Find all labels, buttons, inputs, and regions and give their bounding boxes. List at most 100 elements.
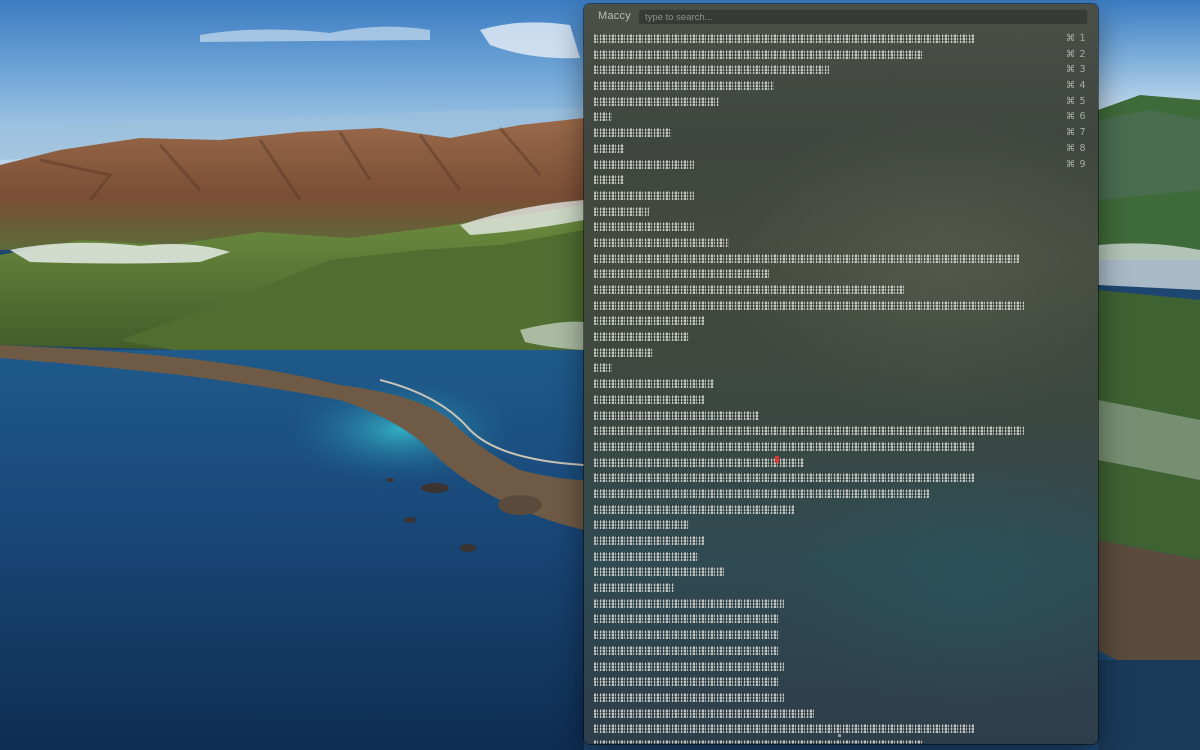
history-item-text: obscured clipboard entry bbox=[594, 614, 779, 624]
history-item-text: obscured clipboard entry bbox=[594, 190, 694, 200]
history-item[interactable]: obscured clipboard entry bbox=[584, 408, 1098, 424]
history-item-text: obscured clipboard entry bbox=[594, 49, 924, 59]
red-highlight-mark bbox=[775, 456, 779, 463]
history-item[interactable]: obscured clipboard entry bbox=[584, 533, 1098, 549]
history-item[interactable]: obscured clipboard entry ⌘ 7 bbox=[584, 125, 1098, 141]
history-item-text: obscured clipboard entry bbox=[594, 410, 759, 420]
history-item[interactable]: obscured clipboard entry bbox=[584, 706, 1098, 722]
history-item[interactable]: obscured clipboard entry bbox=[584, 486, 1098, 502]
history-item[interactable]: obscured clipboard entry ⌘ 9 bbox=[584, 157, 1098, 173]
history-item[interactable]: obscured clipboard entry bbox=[584, 329, 1098, 345]
history-item-text: obscured clipboard entry bbox=[594, 96, 719, 106]
history-item[interactable]: obscured clipboard entry bbox=[584, 611, 1098, 627]
history-item-text: obscured clipboard entry bbox=[594, 488, 929, 498]
history-item-shortcut: ⌘ 1 bbox=[1065, 33, 1086, 44]
history-item[interactable]: obscured clipboard entry bbox=[584, 517, 1098, 533]
history-item-text: obscured clipboard entry bbox=[594, 520, 689, 530]
history-item-text: obscured clipboard entry bbox=[594, 630, 779, 640]
history-item-text: obscured clipboard entry bbox=[594, 300, 1024, 310]
history-item[interactable]: obscured clipboard entry bbox=[584, 721, 1098, 737]
history-item[interactable]: obscured clipboard entry bbox=[584, 674, 1098, 690]
history-item-text: obscured clipboard entry bbox=[594, 708, 814, 718]
history-item-text: obscured clipboard entry bbox=[594, 316, 704, 326]
history-item-text: obscured clipboard entry bbox=[594, 81, 774, 91]
history-item-text: obscured clipboard entry bbox=[594, 253, 1019, 263]
history-item-text: obscured clipboard entry bbox=[594, 473, 974, 483]
clipboard-history-list: obscured clipboard entry⌘ 1obscured clip… bbox=[584, 31, 1098, 744]
history-item-shortcut: ⌘ 6 bbox=[1065, 111, 1086, 123]
history-item-shortcut: ⌘ 3 bbox=[1065, 64, 1086, 76]
history-item-text: obscured clipboard entry bbox=[594, 285, 904, 294]
history-item[interactable]: obscured clipboard entry bbox=[584, 360, 1098, 376]
history-item-text: obscured clipboard entry bbox=[594, 394, 704, 404]
history-item-text: obscured clipboard entry bbox=[594, 175, 624, 185]
mouse-cursor bbox=[838, 734, 841, 737]
history-item[interactable]: obscured clipboard entry ⌘ 4 bbox=[584, 78, 1098, 94]
history-item[interactable]: obscured clipboard entry bbox=[584, 282, 1098, 298]
history-item[interactable]: obscured clipboard entry bbox=[584, 439, 1098, 455]
history-item-shortcut: ⌘ 9 bbox=[1065, 158, 1086, 170]
history-item[interactable]: obscured clipboard entry bbox=[584, 502, 1098, 518]
history-item[interactable]: obscured clipboard entry bbox=[584, 219, 1098, 235]
history-item[interactable]: obscured clipboard entry ⌘ 3 bbox=[584, 62, 1098, 78]
history-item-text: obscured clipboard entry bbox=[594, 724, 974, 734]
history-item[interactable]: obscured clipboard entry bbox=[584, 266, 1098, 282]
history-item[interactable]: obscured clipboard entry bbox=[584, 172, 1098, 188]
history-item-text: obscured clipboard entry bbox=[594, 598, 784, 608]
history-item[interactable]: obscured clipboard entry bbox=[584, 659, 1098, 675]
history-item[interactable]: obscured clipboard entry bbox=[584, 204, 1098, 220]
history-item[interactable]: obscured clipboard entry bbox=[584, 298, 1098, 314]
history-item-text: obscured clipboard entry bbox=[594, 739, 924, 744]
history-item[interactable]: obscured clipboard entry bbox=[584, 392, 1098, 408]
app-title: Maccy bbox=[598, 10, 631, 22]
history-item[interactable]: obscured clipboard entry bbox=[584, 564, 1098, 580]
history-item-text: obscured clipboard entry bbox=[594, 661, 784, 671]
history-item[interactable]: obscured clipboard entry ⌘ 2 bbox=[584, 47, 1098, 63]
history-item[interactable]: obscured clipboard entry bbox=[584, 643, 1098, 659]
history-item-shortcut: ⌘ 2 bbox=[1065, 48, 1086, 60]
history-item-shortcut: ⌘ 7 bbox=[1065, 127, 1086, 139]
history-item-text: obscured clipboard entry bbox=[594, 222, 694, 232]
history-item-text: obscured clipboard entry bbox=[594, 347, 654, 357]
history-item-text: obscured clipboard entry bbox=[594, 112, 612, 122]
history-item[interactable]: obscured clipboard entry bbox=[584, 580, 1098, 596]
history-item-text: obscured clipboard entry bbox=[594, 332, 689, 342]
history-item[interactable]: obscured clipboard entry bbox=[584, 596, 1098, 612]
history-item-text: obscured clipboard entry bbox=[594, 645, 779, 655]
history-item[interactable]: obscured clipboard entry ⌘ 6 bbox=[584, 109, 1098, 125]
history-item[interactable]: obscured clipboard entry bbox=[584, 345, 1098, 361]
history-item-text: obscured clipboard entry bbox=[594, 677, 779, 687]
maccy-clipboard-popup: Maccy obscured clipboard entry⌘ 1obscure… bbox=[584, 4, 1098, 744]
history-item-text: obscured clipboard entry bbox=[594, 128, 672, 138]
history-item[interactable]: obscured clipboard entry bbox=[584, 251, 1098, 267]
history-item-text: obscured clipboard entry bbox=[594, 206, 649, 216]
history-item[interactable]: obscured clipboard entry ⌘ 1 bbox=[584, 31, 1098, 47]
history-item-text: obscured clipboard entry bbox=[594, 567, 724, 577]
history-item-text: obscured clipboard entry bbox=[594, 536, 704, 545]
history-item-text: obscured clipboard entry bbox=[594, 379, 714, 389]
history-item-text: obscured clipboard entry bbox=[594, 65, 829, 75]
history-item[interactable]: obscured clipboard entry bbox=[584, 313, 1098, 329]
history-item-text: obscured clipboard entry bbox=[594, 692, 784, 702]
history-item[interactable]: obscured clipboard entry bbox=[584, 455, 1098, 471]
history-item-text: obscured clipboard entry bbox=[594, 551, 699, 561]
history-item[interactable]: obscured clipboard entry bbox=[584, 376, 1098, 392]
history-item[interactable]: obscured clipboard entry bbox=[584, 188, 1098, 204]
history-item-text: obscured clipboard entry bbox=[594, 34, 974, 43]
history-item[interactable]: obscured clipboard entry bbox=[584, 627, 1098, 643]
history-item[interactable]: obscured clipboard entry bbox=[584, 690, 1098, 706]
history-item[interactable]: obscured clipboard entry ⌘ 5 bbox=[584, 94, 1098, 110]
history-item-text: obscured clipboard entry bbox=[594, 457, 804, 467]
history-item[interactable]: obscured clipboard entry ⌘ 8 bbox=[584, 141, 1098, 157]
history-item-text: obscured clipboard entry bbox=[594, 583, 674, 593]
history-item-text: obscured clipboard entry bbox=[594, 504, 794, 514]
history-item[interactable]: obscured clipboard entry bbox=[584, 235, 1098, 251]
history-item[interactable]: obscured clipboard entry bbox=[584, 423, 1098, 439]
popup-header: Maccy bbox=[584, 4, 1098, 30]
search-input[interactable] bbox=[638, 9, 1088, 25]
history-item[interactable]: obscured clipboard entry bbox=[584, 470, 1098, 486]
history-item[interactable]: obscured clipboard entry bbox=[584, 549, 1098, 565]
history-item-text: obscured clipboard entry bbox=[594, 143, 624, 153]
history-item[interactable]: obscured clipboard entry bbox=[584, 737, 1098, 744]
history-item-text: obscured clipboard entry bbox=[594, 426, 1024, 436]
